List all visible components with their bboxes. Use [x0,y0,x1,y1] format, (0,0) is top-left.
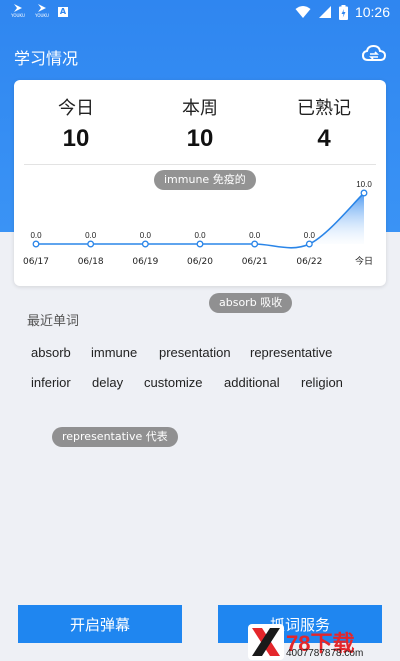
chart-data-label: 0.0 [85,231,97,240]
pill-meaning: 代表 [145,430,168,443]
recent-word[interactable]: inferior [31,375,71,390]
chart-point [305,240,313,248]
status-bar-right: 10:26 [295,4,390,20]
youku-icon: YOUKU [10,3,26,19]
stat-label: 已熟记 [297,98,351,119]
chart-x-tick-label: 今日 [355,255,373,267]
stat-value: 10 [62,125,90,152]
recent-word[interactable]: presentation [159,345,231,360]
pill-meaning: 吸收 [260,296,283,309]
signal-icon [318,6,331,18]
danmaku-toggle-button[interactable]: 开启弹幕 [18,605,182,643]
watermark: 78下载 4007787878.com [246,622,400,661]
recent-word[interactable]: religion [301,375,343,390]
chart-x-tick-label: 06/18 [78,257,104,267]
chart-point [141,240,149,248]
chart-data-label: 0.0 [249,231,261,240]
app-icon-caption: YOUKU [35,13,49,18]
chart-x-tick-label: 06/22 [296,257,322,267]
app-icon-caption: YOUKU [11,13,25,18]
chart-data-label: 0.0 [304,231,316,240]
recent-word[interactable]: additional [224,375,280,390]
chart-point [32,240,40,248]
floating-word-pill[interactable]: representative 代表 [52,427,178,447]
stat-memorized: 已熟记 4 [262,96,386,156]
stat-value: 4 [317,125,331,152]
chart-data-label: 0.0 [194,231,206,240]
chart-point [196,240,204,248]
chart-x-tick-label: 06/21 [242,257,268,267]
chart-point [87,240,95,248]
stat-this-week: 本周 10 [138,96,262,156]
recent-word[interactable]: absorb [31,345,71,360]
youku-icon: YOUKU [34,3,50,19]
pill-meaning: 免疫的 [212,173,246,186]
pill-word: absorb [219,296,257,309]
card-divider [24,164,376,165]
recent-words-title: 最近单词 [27,314,80,329]
recent-word[interactable]: customize [144,375,203,390]
page-title: 学习情况 [14,49,79,68]
chart-data-label: 10.0 [356,180,372,189]
battery-icon [338,4,348,20]
wifi-icon [295,6,311,18]
floating-word-pill[interactable]: absorb 吸收 [209,293,293,313]
chart-x-tick-label: 06/19 [132,257,158,267]
status-time: 10:26 [354,4,390,20]
stat-label: 本周 [182,98,218,119]
recent-word[interactable]: representative [250,345,332,360]
cloud-sync-icon[interactable] [361,44,387,64]
recent-word[interactable]: delay [92,375,123,390]
chart-x-tick-label: 06/17 [23,257,49,267]
status-bar-left: YOUKU YOUKU A [10,3,68,19]
chart-x-tick-label: 06/20 [187,257,213,267]
watermark-url: 4007787878.com [286,648,364,659]
chart-point [251,240,259,248]
chart-data-label: 0.0 [140,231,152,240]
recent-word[interactable]: immune [91,345,137,360]
chart-data-label: 0.0 [30,231,42,240]
notification-a-icon: A [58,7,68,17]
stat-value: 10 [186,125,214,152]
watermark-logo [248,624,284,660]
pill-word: immune [164,173,210,186]
stat-label: 今日 [58,98,94,119]
pill-word: representative [62,430,143,443]
chart-point [360,189,368,197]
stat-today: 今日 10 [14,96,138,156]
status-bar: YOUKU YOUKU A 10:26 [0,0,400,24]
floating-word-pill[interactable]: immune 免疫的 [154,170,256,190]
